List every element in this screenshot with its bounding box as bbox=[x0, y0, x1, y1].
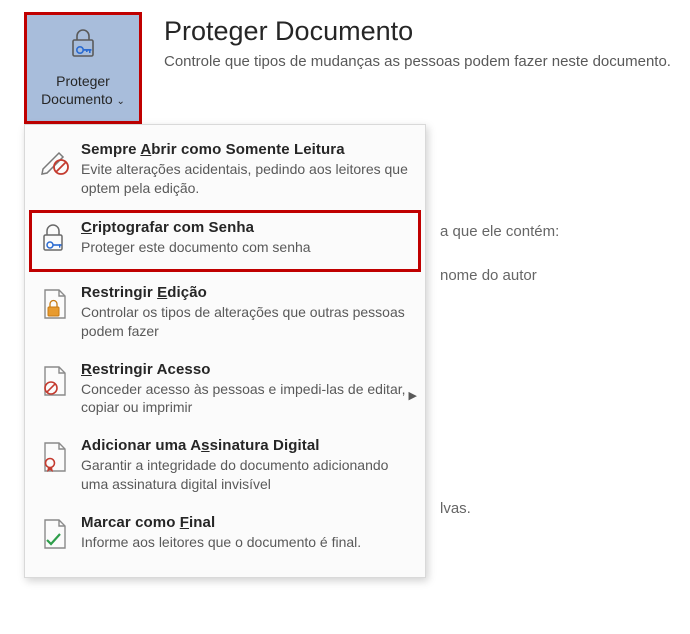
header-area: Proteger Documento ⌄ Proteger Documento … bbox=[0, 0, 690, 124]
protect-button-label-2: Documento ⌄ bbox=[41, 90, 125, 109]
menu-item-always-readonly[interactable]: Sempre Abrir como Somente Leitura Evite … bbox=[25, 131, 425, 208]
submenu-arrow-icon: ▶ bbox=[409, 389, 417, 402]
menu-item-desc: Informe aos leitores que o documento é f… bbox=[81, 533, 411, 552]
menu-item-desc: Evite alterações acidentais, pedindo aos… bbox=[81, 160, 411, 198]
menu-item-desc: Controlar os tipos de alterações que out… bbox=[81, 303, 411, 341]
menu-item-title: Sempre Abrir como Somente Leitura bbox=[81, 141, 411, 158]
lock-key-icon bbox=[37, 221, 73, 262]
menu-item-encrypt-password[interactable]: Criptografar com Senha Proteger este doc… bbox=[29, 210, 421, 272]
lock-key-icon bbox=[65, 25, 101, 66]
menu-item-title: Criptografar com Senha bbox=[81, 219, 411, 236]
page-subtitle: Controle que tipos de mudanças as pessoa… bbox=[164, 53, 671, 70]
menu-item-restrict-access[interactable]: Restringir Acesso Conceder acesso às pes… bbox=[25, 351, 425, 428]
protect-document-button[interactable]: Proteger Documento ⌄ bbox=[24, 12, 142, 124]
document-forbidden-icon bbox=[37, 363, 73, 404]
menu-item-desc: Conceder acesso às pessoas e impedi-las … bbox=[81, 380, 411, 418]
document-lock-icon bbox=[37, 286, 73, 327]
page-title: Proteger Documento bbox=[164, 16, 671, 47]
protect-document-menu: Sempre Abrir como Somente Leitura Evite … bbox=[24, 124, 426, 578]
menu-item-title: Marcar como Final bbox=[81, 514, 411, 531]
menu-item-restrict-editing[interactable]: Restringir Edição Controlar os tipos de … bbox=[25, 274, 425, 351]
document-ribbon-icon bbox=[37, 439, 73, 480]
menu-item-desc: Proteger este documento com senha bbox=[81, 238, 411, 257]
document-check-icon bbox=[37, 516, 73, 557]
menu-item-add-signature[interactable]: Adicionar uma Assinatura Digital Garanti… bbox=[25, 427, 425, 504]
menu-item-title: Restringir Edição bbox=[81, 284, 411, 301]
protect-button-label-1: Proteger bbox=[56, 72, 110, 91]
menu-item-title: Adicionar uma Assinatura Digital bbox=[81, 437, 411, 454]
menu-item-title: Restringir Acesso bbox=[81, 361, 411, 378]
menu-item-mark-final[interactable]: Marcar como Final Informe aos leitores q… bbox=[25, 504, 425, 567]
menu-item-desc: Garantir a integridade do documento adic… bbox=[81, 456, 411, 494]
pencil-forbidden-icon bbox=[37, 143, 73, 184]
background-text: a que ele contém: nome do autor lvas. bbox=[440, 210, 559, 531]
